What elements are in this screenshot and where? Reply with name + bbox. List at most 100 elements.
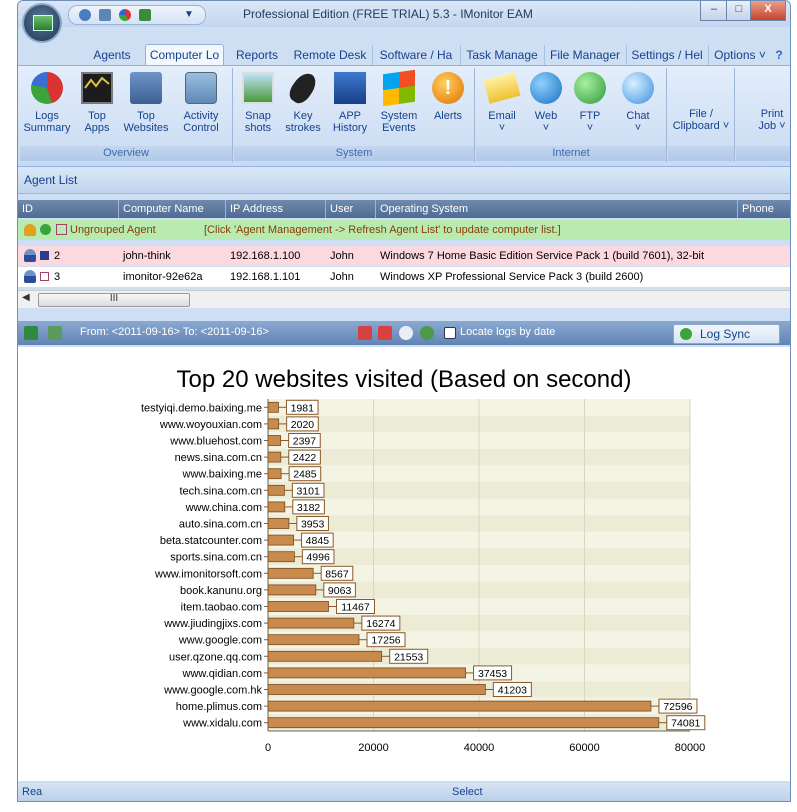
date-range-label: From: <2011-09-16> To: <2011-09-16>: [80, 326, 269, 338]
category-label: www.google.com.hk: [163, 685, 262, 697]
log-sync-button[interactable]: Log Sync: [673, 324, 780, 344]
print-job-button[interactable]: Print Job ˅: [752, 108, 790, 132]
col-operating-system[interactable]: Operating System: [375, 200, 737, 218]
tab-task-manager[interactable]: Task Manage: [460, 45, 543, 65]
system-events-button[interactable]: System Events: [374, 69, 424, 134]
tab-software-hardware[interactable]: Software / Ha: [372, 45, 459, 65]
app-window-icon: [334, 72, 366, 104]
col-phone[interactable]: Phone: [737, 200, 790, 218]
col-ip-address[interactable]: IP Address: [225, 200, 325, 218]
tab-computer-logs[interactable]: Computer Lo: [145, 44, 224, 66]
collapse-box-icon[interactable]: [56, 224, 67, 235]
tab-reports[interactable]: Reports: [228, 45, 286, 65]
category-label: book.kanunu.org: [180, 585, 262, 597]
refresh-logs-icon[interactable]: [420, 326, 434, 340]
computer-icon[interactable]: [99, 9, 111, 21]
group-internet: Email ˅ Web ˅ FTP ˅ Chat ˅ Internet: [476, 68, 667, 162]
chat-button[interactable]: Chat ˅: [616, 72, 660, 134]
calendar-to-icon[interactable]: [378, 326, 392, 340]
ftp-globe-icon: [574, 72, 606, 104]
app-history-button[interactable]: APP History: [328, 72, 372, 134]
table-row[interactable]: 3 imonitor-92e62a 192.168.1.101 John Win…: [18, 267, 790, 287]
keystrokes-button[interactable]: Key strokes: [280, 69, 326, 134]
expand-circle-icon[interactable]: [40, 224, 51, 235]
agent-os: Windows XP Professional Service Pack 3 (…: [380, 271, 644, 283]
locate-by-date-checkbox[interactable]: [444, 327, 456, 339]
scroll-left-arrow-icon[interactable]: ◀: [22, 292, 30, 303]
file-clipboard-button[interactable]: File / Clipboard ˅: [670, 108, 732, 132]
tab-agents[interactable]: Agents: [82, 45, 142, 65]
bar: [267, 518, 290, 529]
refresh-icon[interactable]: [79, 9, 91, 21]
title-bar: ▼ Professional Edition (FREE TRIAL) 5.3 …: [18, 1, 790, 27]
pie-chart-icon[interactable]: [119, 9, 131, 21]
logs-summary-button[interactable]: Logs Summary: [22, 72, 72, 134]
horizontal-scrollbar[interactable]: ◀ III: [18, 290, 790, 308]
web-button[interactable]: Web ˅: [526, 72, 566, 134]
agent-ip: 192.168.1.100: [230, 250, 301, 262]
tab-options[interactable]: Options ˅: [708, 45, 771, 65]
clock-icon[interactable]: [399, 326, 413, 340]
ftp-button[interactable]: FTP ˅: [570, 72, 610, 134]
category-label: www.xidalu.com: [182, 718, 262, 730]
scroll-thumb[interactable]: III: [38, 293, 190, 307]
category-label: item.taobao.com: [181, 602, 262, 614]
sync-icon: [680, 328, 692, 340]
chart-title: Top 20 websites visited (Based on second…: [177, 366, 632, 393]
export-image-icon[interactable]: [48, 326, 62, 340]
activity-control-button[interactable]: Activity Control: [174, 72, 228, 134]
col-user[interactable]: User: [325, 200, 375, 218]
snapshot-icon: [242, 72, 274, 104]
app-menu-button[interactable]: [22, 3, 62, 43]
help-icon[interactable]: ?: [772, 45, 786, 65]
group-title-system: System: [234, 146, 474, 161]
tab-file-manager[interactable]: File Manager: [544, 45, 625, 65]
value-label: 21553: [394, 651, 423, 663]
calendar-from-icon[interactable]: [358, 326, 372, 340]
email-button[interactable]: Email ˅: [482, 72, 522, 134]
bar: [267, 418, 280, 430]
locate-logs-label: Locate logs by date: [460, 326, 556, 338]
bar: [267, 451, 282, 463]
minimize-button[interactable]: –: [700, 1, 728, 21]
table-row[interactable]: 2 john-think 192.168.1.100 John Windows …: [18, 246, 790, 266]
monitor-graph-icon: [81, 72, 113, 104]
value-label: 3182: [297, 502, 321, 514]
export-excel-icon[interactable]: [24, 326, 38, 340]
top-websites-button[interactable]: Top Websites: [120, 72, 172, 134]
value-label: 72596: [663, 701, 692, 713]
group-title-file: [668, 146, 734, 161]
col-computer-name[interactable]: Computer Name: [118, 200, 225, 218]
monitor-icon[interactable]: [139, 9, 151, 21]
value-label: 9063: [328, 585, 352, 597]
tab-settings-help[interactable]: Settings / Hel: [626, 45, 707, 65]
globe-icon: [530, 72, 562, 104]
bar: [267, 634, 360, 646]
alert-icon: !: [432, 72, 464, 104]
maximize-button[interactable]: □: [726, 1, 752, 21]
agent-list-title: Agent List: [24, 173, 78, 187]
tab-remote-desktop[interactable]: Remote Desk: [290, 45, 370, 65]
dropdown-arrow-icon[interactable]: ▼: [184, 9, 194, 21]
alerts-button[interactable]: ! Alerts: [426, 72, 470, 122]
agent-grid-header: ID Computer Name IP Address User Operati…: [18, 200, 790, 218]
category-label: www.woyouxian.com: [159, 419, 262, 431]
bar: [267, 468, 282, 480]
agent-group-row[interactable]: Ungrouped Agent [Click 'Agent Management…: [18, 220, 790, 240]
bar: [267, 567, 314, 579]
agent-ip: 192.168.1.101: [230, 271, 301, 283]
close-button[interactable]: X: [750, 1, 786, 21]
value-label: 11467: [341, 602, 370, 614]
agent-os: Windows 7 Home Basic Edition Service Pac…: [380, 250, 705, 262]
envelope-icon: [483, 72, 521, 104]
top-apps-button[interactable]: Top Apps: [74, 72, 120, 134]
bar: [267, 650, 383, 662]
col-id[interactable]: ID: [18, 200, 118, 218]
value-label: 4845: [306, 535, 330, 547]
agent-user: John: [330, 271, 354, 283]
offline-status-icon: [40, 251, 49, 260]
value-label: 8567: [325, 568, 349, 580]
group-hint: [Click 'Agent Management -> Refresh Agen…: [204, 224, 561, 236]
snapshots-button[interactable]: Snap shots: [238, 72, 278, 134]
web-gear-icon: [130, 72, 162, 104]
